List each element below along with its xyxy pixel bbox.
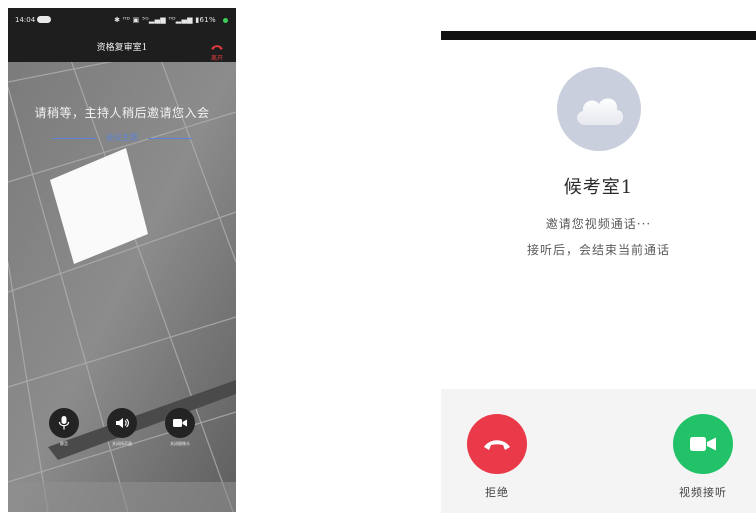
divider — [52, 138, 96, 139]
waiting-message: 请稍等，主持人稍后邀请您入会 — [34, 106, 210, 120]
notice-message: 接听后，会结束当前通话 — [526, 243, 670, 257]
invite-message: 邀请您视频通话··· — [545, 217, 652, 231]
leave-button[interactable]: 离开 — [206, 36, 228, 62]
camera-icon — [165, 408, 195, 438]
leave-label: 离开 — [210, 55, 223, 62]
mute-button[interactable]: 静音 — [44, 408, 84, 447]
room-title: 资格复审室1 — [96, 43, 148, 53]
status-indicators: ✱ ᴴᴰ ▣ ⁵ᴳ▂▄▆ ᴴᴰ▂▄▆ ▮61% — [114, 16, 216, 24]
top-bar — [441, 31, 756, 40]
speaker-off-button[interactable]: 关闭扬声器 — [102, 408, 142, 447]
status-time: 14:04 — [15, 16, 36, 24]
microphone-icon — [49, 408, 79, 438]
camera-off-label: 关闭摄像头 — [170, 441, 190, 446]
meeting-topic-label: 会议主题 — [106, 133, 138, 142]
waiting-room-screen: 14:04 ✱ ᴴᴰ ▣ ⁵ᴳ▂▄▆ ᴴᴰ▂▄▆ ▮61% 资格复审室1 离开 … — [8, 8, 236, 512]
video-accept-label: 视频接听 — [679, 486, 727, 499]
video-camera-icon — [673, 414, 733, 474]
cloud-icon — [577, 98, 624, 125]
meeting-title-bar: 资格复审室1 离开 — [8, 34, 236, 62]
divider — [148, 138, 192, 139]
mute-label: 静音 — [60, 441, 68, 446]
decline-button[interactable]: 拒绝 — [467, 414, 527, 500]
status-bar: 14:04 ✱ ᴴᴰ ▣ ⁵ᴳ▂▄▆ ᴴᴰ▂▄▆ ▮61% — [8, 8, 236, 34]
phone-hangup-icon — [211, 45, 223, 50]
video-accept-button[interactable]: 视频接听 — [665, 414, 741, 500]
camera-off-button[interactable]: 关闭摄像头 — [160, 408, 200, 447]
incoming-video-call-screen: 候考室1 邀请您视频通话··· 接听后，会结束当前通话 拒绝 视频接听 — [441, 31, 756, 513]
speaker-icon — [107, 408, 137, 438]
meeting-topic: 会议主题 — [52, 132, 192, 144]
charging-dot-icon — [223, 18, 228, 23]
caller-name: 候考室1 — [563, 177, 634, 198]
speaker-off-label: 关闭扬声器 — [112, 441, 132, 446]
decline-label: 拒绝 — [485, 486, 509, 499]
hang-up-icon — [467, 414, 527, 474]
notification-pill-icon — [37, 16, 51, 23]
avatar — [557, 67, 641, 151]
